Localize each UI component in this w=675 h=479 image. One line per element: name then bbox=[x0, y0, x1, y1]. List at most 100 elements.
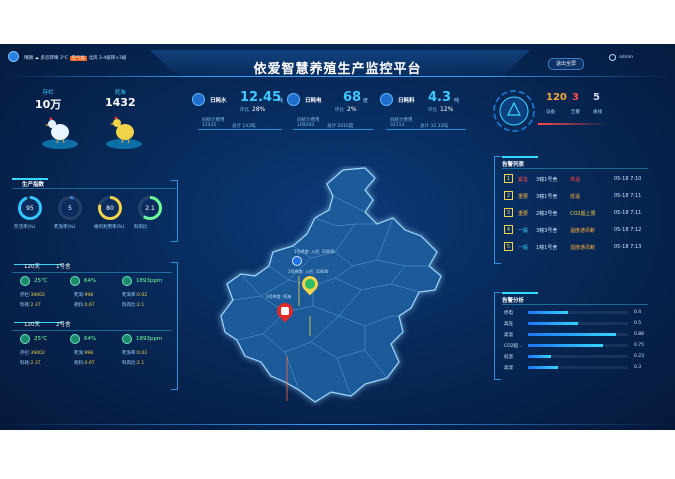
production-ring-label: 死淘率(%) bbox=[54, 225, 76, 230]
panel-accent bbox=[502, 292, 538, 294]
inventory-block: 存栏 10万 bbox=[35, 88, 61, 112]
alarm-level: 重要 bbox=[518, 194, 529, 200]
house-dead: 998 bbox=[84, 351, 94, 356]
alarm-row[interactable]: 3 重要 2幢2号舍 CO2超上限 05-18 7:11 bbox=[504, 208, 648, 220]
alarm-row[interactable]: 5 一般 1幢1号舍 湿度通讯断 05-18 7:13 bbox=[504, 242, 648, 254]
dead-label: 死淘 bbox=[114, 90, 126, 96]
house-ratio: 2.1 bbox=[137, 361, 145, 366]
alarm-number: 5 bbox=[504, 242, 513, 251]
production-ring-value: 80 bbox=[101, 199, 119, 217]
alarm-analysis-title: 告警分析 bbox=[502, 298, 525, 304]
alarm-row[interactable]: 1 紧急 3幢1号舍 高温 05-18 7:10 bbox=[504, 174, 648, 186]
cloud-icon: ☁ bbox=[34, 56, 39, 61]
analysis-bar bbox=[528, 344, 603, 347]
analysis-label: 高湿 bbox=[504, 366, 513, 371]
house-feed-label: 料耗: bbox=[20, 303, 31, 308]
alarm-analysis-panel: 告警分析 停电 0.4 高压 0.5 高温 0.88 CO2超... 0.75 低温 0.23 高湿… bbox=[494, 292, 650, 382]
kpi-unit: 吨 bbox=[278, 98, 284, 104]
alarm-number: 2 bbox=[504, 191, 513, 200]
analysis-value: 0.4 bbox=[634, 310, 642, 315]
production-title: 生产指数 bbox=[22, 182, 45, 188]
panel-bracket bbox=[494, 292, 501, 380]
device-offline-label: 离线 bbox=[593, 110, 602, 115]
device-online-count: 120 bbox=[546, 92, 567, 103]
kpi-underline bbox=[198, 129, 282, 130]
lightning-icon bbox=[287, 93, 300, 106]
production-ring-label: 料肉比 bbox=[134, 225, 148, 230]
exit-fullscreen-button[interactable]: 退出全屏 bbox=[548, 58, 584, 70]
device-radar-icon bbox=[493, 90, 535, 132]
house-deadrate: 0.02 bbox=[137, 351, 148, 356]
panel-bracket bbox=[494, 156, 501, 264]
house-stock: 39002 bbox=[30, 293, 45, 298]
dead-value: 1432 bbox=[105, 96, 136, 109]
map-pin-inner-icon bbox=[281, 307, 289, 315]
production-ring-value: 5 bbox=[61, 199, 79, 217]
house-feed: 2.3T bbox=[30, 303, 41, 308]
map-marker-label: 1号鸡舍: 入栏, 10000 bbox=[294, 249, 335, 254]
dead-block: 死淘 1432 bbox=[105, 88, 136, 109]
alarm-list-title: 告警列表 bbox=[502, 162, 525, 168]
house-divider bbox=[12, 330, 172, 331]
analysis-label: 高压 bbox=[504, 322, 513, 327]
kpi-underline bbox=[293, 129, 373, 130]
house-feed: 2.3T bbox=[30, 361, 41, 366]
house-stock-label: 存栏: bbox=[20, 293, 31, 298]
wind-text: 北风 3-4级转<3级 bbox=[88, 56, 127, 61]
username[interactable]: admin bbox=[619, 55, 633, 60]
panel-divider bbox=[502, 168, 648, 169]
house-temp: 25℃ bbox=[34, 278, 48, 284]
house-water-label: 耗料: bbox=[74, 361, 85, 366]
alarm-number: 3 bbox=[504, 208, 513, 217]
logo-icon bbox=[8, 51, 19, 62]
kpi-value: 12.45 bbox=[240, 90, 282, 105]
temperature: 3°C bbox=[59, 56, 69, 61]
map-pin-blue-icon[interactable] bbox=[292, 256, 302, 266]
alarm-message: 高温 bbox=[570, 177, 581, 183]
kpi-value: 4.3 bbox=[428, 90, 452, 105]
kpi-ring-value: 12% bbox=[440, 106, 454, 113]
panel-divider bbox=[12, 188, 178, 189]
production-ring-label: 存活率(%) bbox=[14, 225, 36, 230]
thermometer-icon bbox=[20, 276, 30, 286]
water-drop-icon bbox=[192, 93, 205, 106]
alarm-house: 2幢2号舍 bbox=[536, 211, 558, 217]
house-deadrate-label: 死淘率: bbox=[122, 293, 138, 298]
house-card[interactable]: 120天 1号舍 25℃ 64% 1893ppm 存栏:39002 死淘:998… bbox=[12, 262, 172, 318]
kpi-ring-value: 28% bbox=[252, 106, 266, 113]
alarm-list-panel: 告警列表 1 紧急 3幢1号舍 高温 05-18 7:10 2 重要 3幢1号舍… bbox=[494, 156, 650, 266]
chicken-white-icon bbox=[42, 117, 78, 149]
house-dead-label: 死淘: bbox=[74, 293, 85, 298]
alarm-message: 湿度通讯断 bbox=[570, 245, 596, 251]
production-ring: 2.1 bbox=[138, 196, 162, 220]
alarm-row[interactable]: 2 重要 3幢1号舍 低温 05-18 7:11 bbox=[504, 191, 648, 203]
weather-desc: 多云转晴 bbox=[40, 56, 59, 61]
alarm-row[interactable]: 4 一般 3幢3号舍 温度通讯断 05-18 7:12 bbox=[504, 225, 648, 237]
humidity-icon bbox=[70, 276, 80, 286]
kpi-ring-label: 环比 bbox=[240, 108, 249, 113]
house-water: 0.6T bbox=[84, 303, 95, 308]
house-water: 0.6T bbox=[84, 361, 95, 366]
alarm-level: 一般 bbox=[518, 245, 529, 251]
kpi-underline bbox=[386, 129, 466, 130]
panel-bracket bbox=[171, 180, 178, 242]
house-ratio-label: 料肉比: bbox=[122, 361, 138, 366]
dashboard-screen: 依爱智慧养殖生产监控平台 晴朗 ☁ 多云转晴 3°C 空气优 北风 3-4级转<… bbox=[0, 44, 675, 430]
alarm-message: CO2超上限 bbox=[570, 211, 596, 217]
kpi-sub-value: 32113 bbox=[390, 123, 405, 128]
feed-icon bbox=[380, 93, 393, 106]
house-ratio: 2.1 bbox=[137, 303, 145, 308]
production-ring: 80 bbox=[98, 196, 122, 220]
user-icon[interactable] bbox=[609, 54, 616, 61]
chicken-yellow-icon bbox=[106, 116, 142, 149]
house-dead-label: 死淘: bbox=[74, 351, 85, 356]
device-status-bar bbox=[538, 123, 608, 125]
kpi-label: 日耗料 bbox=[398, 98, 415, 104]
analysis-label: 停电 bbox=[504, 311, 513, 316]
alarm-level: 重要 bbox=[518, 211, 529, 217]
house-card[interactable]: 120天 2号舍 25℃ 64% 1893ppm 存栏:39002 死淘:998… bbox=[12, 320, 172, 376]
house-panel: 120天 1号舍 25℃ 64% 1893ppm 存栏:39002 死淘:998… bbox=[12, 262, 178, 392]
house-days: 120天 bbox=[24, 264, 40, 270]
footer-line bbox=[0, 424, 675, 425]
device-online-label: 设备 bbox=[546, 110, 555, 115]
